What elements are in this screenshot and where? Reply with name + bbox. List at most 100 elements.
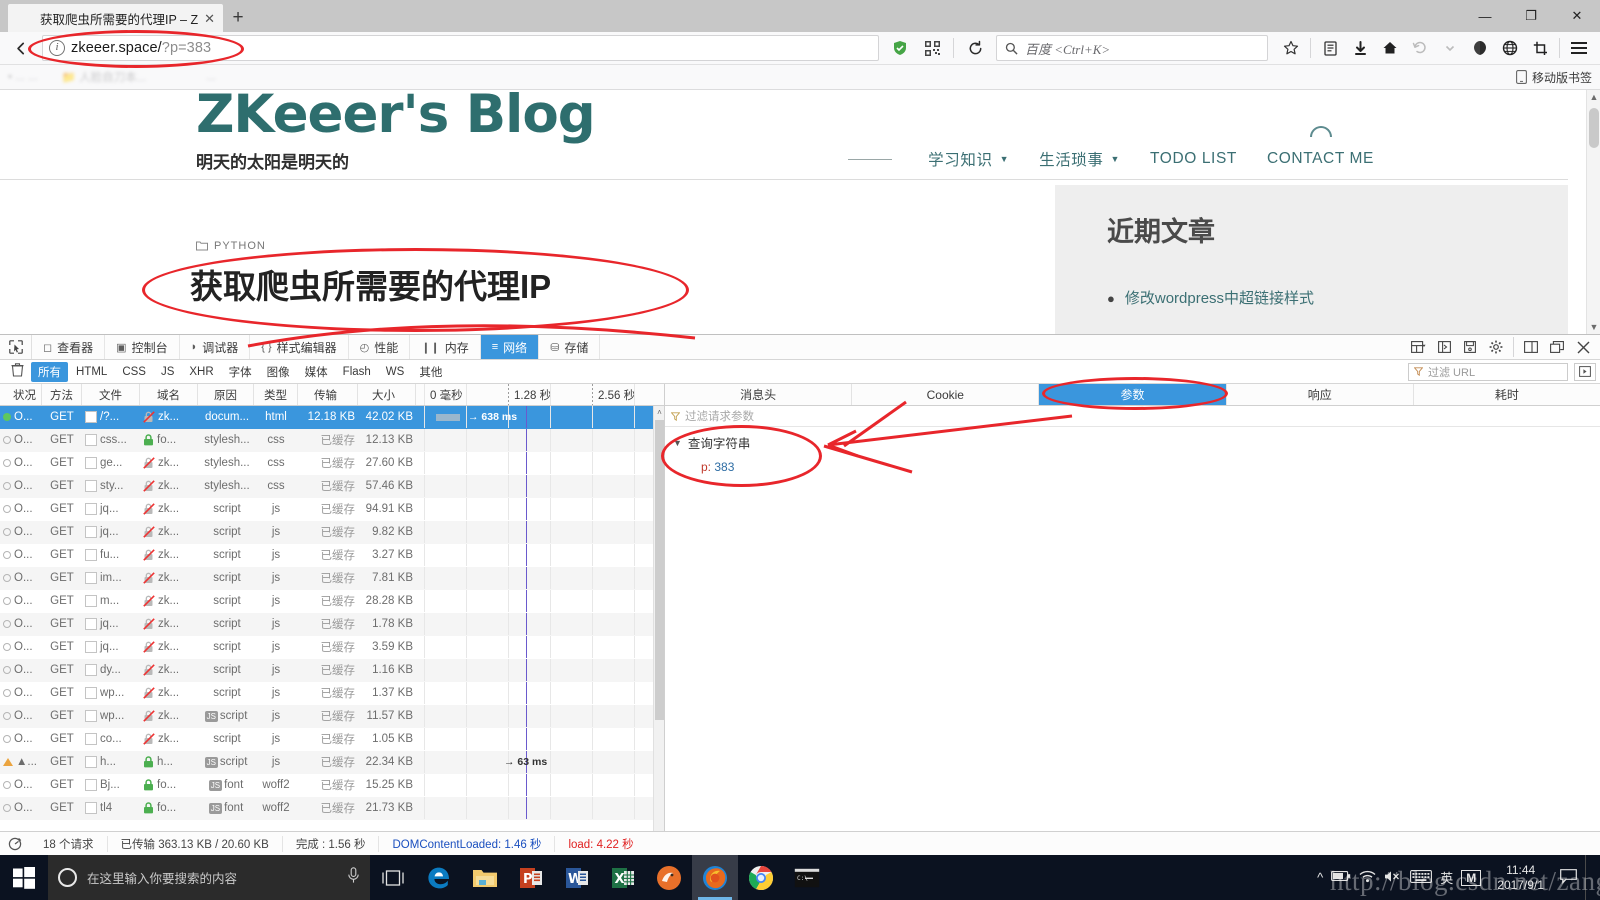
home-icon[interactable] [1375,34,1405,62]
taskbar-app-file-explorer[interactable] [462,855,508,900]
page-scrollbar-thumb[interactable] [1589,108,1599,148]
col-header-type[interactable]: 类型 [254,384,298,405]
network-request-row[interactable]: O... GET wp... zk... script js 已缓存 1.37 KB [0,682,664,705]
devtools-tab-style-editor[interactable]: { } 样式编辑器 [250,335,349,359]
filter-chip-all[interactable]: 所有 [31,361,68,382]
scroll-up-arrow-icon[interactable]: ˄ [654,406,664,419]
ime-mode-indicator[interactable]: M [1461,869,1482,886]
bookmark-item-blurred-3[interactable]: ... [206,71,216,83]
reload-button[interactable] [960,34,990,62]
nav-item-todo[interactable]: TODO LIST [1150,150,1237,168]
detail-tab-timings[interactable]: 耗时 [1414,384,1600,405]
browser-tab[interactable]: m-logo-icon 获取爬虫所需要的代理IP – Z ✕ [8,4,224,32]
col-header-waterfall[interactable]: 0 毫秒 1.28 秒 2.56 秒 3.84 [416,384,664,405]
post-category[interactable]: PYTHON [196,240,266,252]
wifi-icon[interactable] [1359,870,1376,886]
microphone-icon[interactable] [347,866,360,889]
col-header-method[interactable]: 方法 [42,384,82,405]
col-header-status[interactable]: 状况 [0,384,42,405]
volume-muted-icon[interactable] [1384,870,1402,886]
detail-tab-headers[interactable]: 消息头 [665,384,853,405]
col-header-transferred[interactable]: 传输 [298,384,358,405]
taskbar-search-box[interactable]: 在这里输入你要搜索的内容 [48,855,370,900]
network-request-row[interactable]: ▲... GET h... h... JS script js 已缓存 22.34 KB → 63… [0,751,664,774]
downloads-icon[interactable] [1345,34,1375,62]
back-button[interactable] [6,34,36,62]
tab-close-icon[interactable]: ✕ [204,12,215,25]
devtools-tab-console[interactable]: ▣ 控制台 [105,335,180,359]
tray-clock[interactable]: 11:44 2017/9/1 [1489,863,1552,893]
filter-chip-font[interactable]: 字体 [222,362,259,382]
persist-logs-icon[interactable] [1574,362,1596,381]
taskbar-app-terminal[interactable]: C:\ [784,855,830,900]
col-header-file[interactable]: 文件 [82,384,140,405]
network-request-row[interactable]: O... GET jq... zk... script js 已缓存 94.91 KB [0,498,664,521]
bookmark-item-blurred-1[interactable]: ▪ ... ... [8,71,38,83]
filter-chip-ws[interactable]: WS [379,364,412,380]
network-request-row[interactable]: O... GET jq... zk... script js 已缓存 3.59 KB [0,636,664,659]
devtools-tab-debugger[interactable]: ◗ 调试器 [180,335,251,359]
detail-section-query-string[interactable]: ▼ 查询字符串 [665,427,1600,454]
filter-chip-flash[interactable]: Flash [336,364,378,380]
taskbar-app-powerpoint[interactable]: P [508,855,554,900]
qrcode-icon[interactable] [917,34,947,62]
filter-chip-image[interactable]: 图像 [260,362,297,382]
network-request-row[interactable]: O... GET fu... zk... script js 已缓存 3.27 KB [0,544,664,567]
element-picker-icon[interactable] [0,335,32,359]
search-bar[interactable]: 百度 <Ctrl+K> [996,35,1268,61]
window-close-button[interactable]: ✕ [1554,0,1600,32]
chevron-down-icon[interactable] [1435,34,1465,62]
library-icon[interactable] [1315,34,1345,62]
taskbar-app-edge[interactable] [416,855,462,900]
responsive-design-mode-icon[interactable] [1405,335,1431,360]
network-request-row[interactable]: O... GET co... zk... script js 已缓存 1.05 KB [0,728,664,751]
bookmark-star-icon[interactable] [1276,34,1306,62]
col-header-size[interactable]: 大小 [358,384,416,405]
save-icon[interactable] [1457,335,1483,360]
filter-chip-css[interactable]: CSS [115,364,153,380]
detail-filter-input[interactable]: 过滤请求参数 [665,406,1600,427]
network-request-row[interactable]: O... GET jq... zk... script js 已缓存 9.82 KB [0,521,664,544]
adblock-shield-icon[interactable] [885,34,915,62]
mobile-bookmarks-item[interactable]: 移动版书签 [1516,69,1592,86]
taskbar-app-word[interactable]: W [554,855,600,900]
task-view-button[interactable] [370,855,416,900]
url-filter-input[interactable]: 过滤 URL [1408,362,1568,381]
triangle-down-icon[interactable]: ▼ [673,438,682,448]
clear-requests-icon[interactable] [4,363,30,380]
nav-item-life[interactable]: 生活琐事 ▼ [1039,148,1120,170]
filter-chip-xhr[interactable]: XHR [182,364,220,380]
split-console-icon[interactable] [1431,335,1457,360]
scroll-down-arrow-icon[interactable]: ▼ [1587,320,1600,334]
devtools-tab-performance[interactable]: ◴ 性能 [349,335,411,359]
col-header-cause[interactable]: 原因 [198,384,254,405]
tray-chevron-icon[interactable]: ^ [1317,870,1323,885]
detail-tab-cookies[interactable]: Cookie [852,384,1040,405]
hamburger-menu-icon[interactable] [1564,34,1594,62]
detail-tab-response[interactable]: 响应 [1227,384,1414,405]
network-request-row[interactable]: O... GET sty... zk... stylesh... css 已缓存 57.46 … [0,475,664,498]
request-list-scrollbar[interactable]: ˄ ˅ [653,406,664,855]
network-request-row[interactable]: O... GET ge... zk... stylesh... css 已缓存 27.60 K… [0,452,664,475]
filter-chip-html[interactable]: HTML [69,364,114,380]
keyboard-icon[interactable] [1410,869,1433,886]
bookmarks-bar[interactable]: ▪ ... ... 📁 人脸自刀本... ... 移动版书签 [0,65,1600,90]
sidebar-recent-post-item[interactable]: ● 修改wordpress中超链接样式 [1107,287,1314,308]
globe-icon[interactable] [1495,34,1525,62]
nav-item-contact[interactable]: CONTACT ME [1267,150,1374,168]
window-minimize-button[interactable]: — [1462,0,1508,32]
taskbar-app-chrome[interactable] [738,855,784,900]
network-request-row[interactable]: O... GET tl4 fo... JS font woff2 已缓存 21.73 KB [0,797,664,820]
post-title[interactable]: 获取爬虫所需要的代理IP [190,260,551,308]
request-list-scrollbar-thumb[interactable] [655,420,664,720]
gear-icon[interactable] [1483,335,1509,360]
show-desktop-button[interactable] [1585,855,1592,900]
network-request-row[interactable]: O... GET m... zk... script js 已缓存 28.28 KB [0,590,664,613]
new-tab-button[interactable]: + [223,4,253,32]
devtools-tab-inspector[interactable]: ◻ 查看器 [32,335,106,359]
url-bar[interactable]: i zkeeer.space/?p=383 [42,35,879,61]
network-request-row[interactable]: O... GET css... fo... stylesh... css 已缓存 12.13 … [0,429,664,452]
taskbar-app-excel[interactable]: X [600,855,646,900]
nav-item-study[interactable]: 学习知识 ▼ [928,148,1009,170]
network-request-row[interactable]: O... GET Bj... fo... JS font woff2 已缓存 15.25 KB [0,774,664,797]
